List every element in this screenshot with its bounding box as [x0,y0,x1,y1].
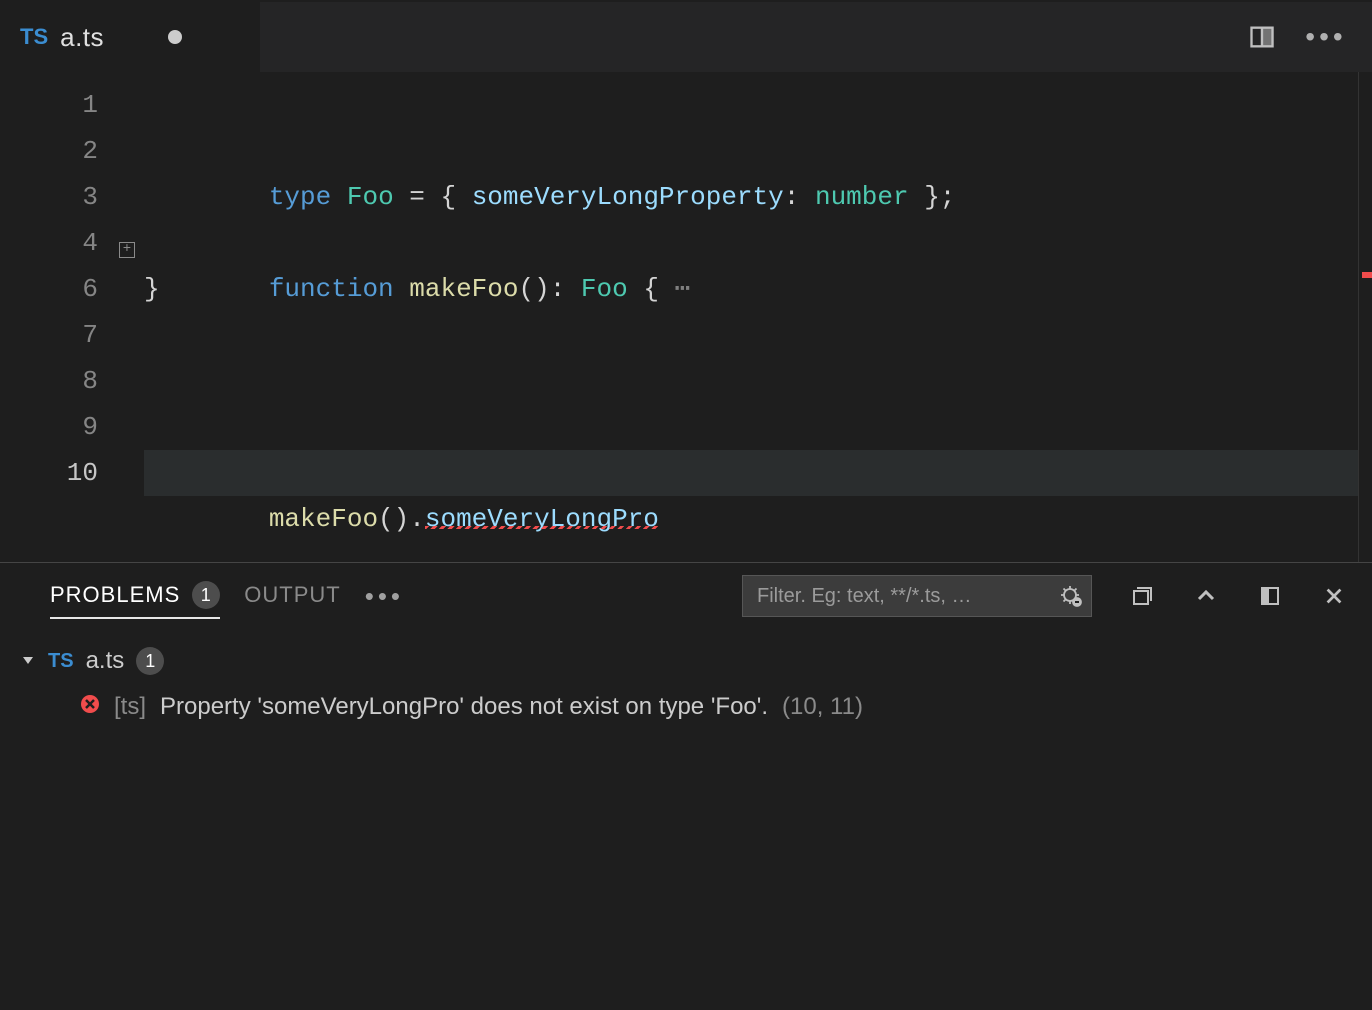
close-panel-icon[interactable] [1316,578,1352,614]
problems-file-row[interactable]: TS a.ts 1 [20,639,1352,683]
error-icon [80,693,100,721]
unsaved-indicator-icon [168,30,182,44]
tab-output[interactable]: OUTPUT [244,574,340,618]
collapse-all-icon[interactable] [1124,578,1160,614]
fold-expand-icon[interactable]: + [119,242,135,258]
fold-gutter: + [110,82,144,562]
split-editor-icon[interactable] [1244,19,1280,55]
tab-filename: a.ts [60,22,104,53]
problems-file-name: a.ts [86,647,125,675]
panel-more-tabs-icon[interactable]: ••• [365,581,404,612]
chevron-down-icon[interactable] [20,647,36,675]
typescript-icon: TS [48,650,74,673]
overview-ruler[interactable] [1358,72,1372,562]
typescript-icon: TS [20,24,48,50]
problems-filter-input[interactable] [742,575,1092,617]
filter-settings-icon[interactable] [1059,584,1083,608]
problem-item[interactable]: [ts] Property 'someVeryLongPro' does not… [20,683,1352,731]
editor-tab[interactable]: TS a.ts [0,2,260,72]
code-editor[interactable]: 1 2 3 4 6 7 8 9 10 + type Foo = { someVe… [0,72,1372,562]
chevron-up-icon[interactable] [1188,578,1224,614]
file-problem-count-badge: 1 [136,647,164,675]
problem-location: (10, 11) [782,693,863,721]
error-squiggle: someVeryLongPro [425,504,659,534]
error-marker-icon[interactable] [1362,272,1372,278]
more-actions-icon[interactable]: ••• [1308,19,1344,55]
maximize-panel-icon[interactable] [1252,578,1288,614]
problem-source: [ts] [114,693,146,721]
line-number-gutter: 1 2 3 4 6 7 8 9 10 [0,82,110,562]
problem-message: Property 'someVeryLongPro' does not exis… [160,693,768,721]
